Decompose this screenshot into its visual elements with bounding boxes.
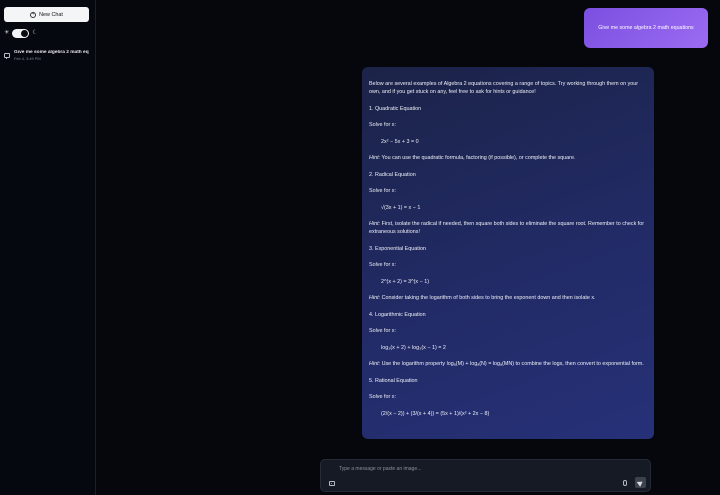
hint: Hint: You can use the quadratic formula,… <box>369 154 647 162</box>
send-button[interactable] <box>635 477 646 488</box>
theme-switcher: ☀ ☾ <box>4 28 38 38</box>
hint-text: Consider taking the logarithm of both si… <box>380 295 596 302</box>
hint: Hint: First, isolate the radical if need… <box>369 220 647 236</box>
section-title: 3. Exponential Equation <box>369 245 426 252</box>
hint-label: Hint: <box>369 221 381 228</box>
microphone-icon[interactable] <box>623 480 627 486</box>
section-prompt: Solve for x: <box>369 394 396 401</box>
plus-circle-icon: + <box>30 11 37 18</box>
hint-label: Hint: <box>369 295 381 302</box>
hint-label: Hint: <box>369 155 381 162</box>
hint-label: Hint: <box>369 361 381 368</box>
hint-text: Use the logarithm property logₐ(M) + log… <box>380 361 644 368</box>
section-title: 2. Radical Equation <box>369 171 416 178</box>
equation: √(3x + 1) = x − 1 <box>381 204 421 211</box>
chat-bubble-icon <box>4 53 10 59</box>
hint: Hint: Consider taking the logarithm of b… <box>369 294 647 302</box>
user-message: Give me some algebra 2 math equations <box>584 8 708 48</box>
equation: (2/(x − 2)) + (3/(x + 4)) = (5x + 1)/(x²… <box>381 410 490 417</box>
assistant-message: Below are several examples of Algebra 2 … <box>362 67 654 439</box>
message-input[interactable]: Type a message or paste an image... <box>339 466 421 472</box>
message-composer[interactable]: Type a message or paste an image... <box>320 459 651 492</box>
equation: 2^(x + 2) = 3^(x − 1) <box>381 278 430 285</box>
chat-history-item[interactable]: Give me some algebra 2 math eq Feb 4, 3:… <box>4 50 96 66</box>
section-title: 1. Quadratic Equation <box>369 105 422 112</box>
section-prompt: Solve for x: <box>369 122 396 129</box>
equation: log₃(x + 2) + log₃(x − 1) = 2 <box>381 344 446 351</box>
theme-toggle[interactable] <box>12 28 30 38</box>
equation: 2x² − 5x + 3 = 0 <box>381 138 419 145</box>
hint-text: First, isolate the radical if needed, th… <box>369 221 645 236</box>
user-message-text: Give me some algebra 2 math equations <box>598 25 694 31</box>
sidebar: + New Chat ☀ ☾ Give me some algebra 2 ma… <box>0 0 96 495</box>
assistant-intro: Below are several examples of Algebra 2 … <box>369 81 639 96</box>
new-chat-button[interactable]: + New Chat <box>4 7 89 22</box>
section-prompt: Solve for x: <box>369 328 396 335</box>
new-chat-label: New Chat <box>39 11 63 18</box>
send-icon <box>636 478 645 487</box>
chat-history-date: Feb 4, 3:49 PM <box>14 56 41 61</box>
section-title: 4. Logarithmic Equation <box>369 311 426 318</box>
image-icon[interactable] <box>329 481 335 486</box>
section-prompt: Solve for x: <box>369 188 396 195</box>
sun-icon: ☀ <box>4 30 10 36</box>
toggle-knob <box>21 29 29 37</box>
section-prompt: Solve for x: <box>369 262 396 269</box>
moon-icon: ☾ <box>32 30 38 36</box>
hint-text: You can use the quadratic formula, facto… <box>380 155 576 162</box>
section-title: 5. Rational Equation <box>369 377 418 384</box>
hint: Hint: Use the logarithm property logₐ(M)… <box>369 360 647 368</box>
